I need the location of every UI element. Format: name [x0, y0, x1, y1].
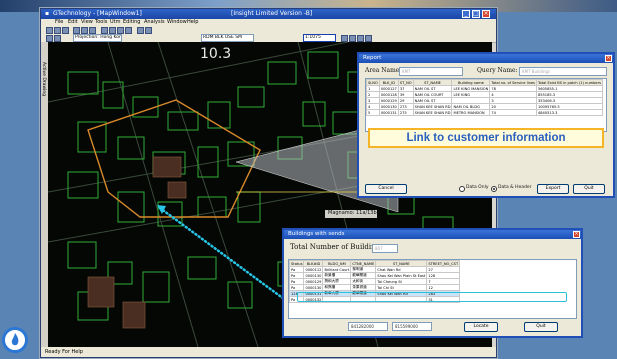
slide-frame: ▪ GTechnology - [MapWindow1] [Insight Li… [0, 0, 617, 359]
select-icon[interactable] [137, 27, 144, 34]
menu-utm[interactable]: Utm [110, 19, 121, 26]
copy-icon[interactable] [81, 27, 88, 34]
query-name-label: Query Name: [477, 67, 518, 74]
projection-combo[interactable]: Projection: Hong Kong [73, 34, 122, 42]
status-text: Ready For Help [45, 349, 83, 355]
save-icon[interactable] [62, 27, 69, 34]
buildings-title: Buildings with sends [284, 230, 581, 239]
zoom-combo[interactable]: 1:1075 [303, 34, 336, 42]
zoom-in-icon[interactable] [101, 27, 108, 34]
table-cell: METRO MANSION [451, 109, 491, 116]
company-logo [2, 327, 28, 353]
table-cell: 4840513.3 [535, 109, 603, 116]
menu-file[interactable]: File [55, 19, 63, 26]
map-grid-number: 10.3 [200, 46, 232, 62]
area-name-field[interactable]: KMT [399, 67, 463, 76]
maximize-button[interactable]: □ [472, 10, 480, 18]
data-only-radio[interactable] [459, 186, 465, 192]
menu-help[interactable]: Help [187, 19, 198, 26]
report-title: Report [359, 54, 613, 63]
line-tool-icon[interactable] [341, 35, 348, 42]
status-bar: Ready For Help [41, 347, 496, 357]
app-title-bar: ▪ GTechnology - [MapWindow1] [Insight Li… [41, 9, 496, 19]
data-header-label: Data & Header [498, 185, 532, 190]
report-export-button[interactable]: Export [537, 184, 569, 194]
pan-icon[interactable] [117, 27, 124, 34]
buildings-close-button[interactable]: × [573, 231, 580, 238]
polygon-tool-icon[interactable] [365, 35, 372, 42]
app-icon: ▪ [45, 10, 50, 17]
report-cancel-button[interactable]: Cancel [365, 184, 407, 194]
toolbar: Projection: Hong Kong RDM BLK USE SM 1:1… [41, 26, 496, 43]
measure-icon[interactable] [145, 27, 152, 34]
selected-row-outline [297, 292, 567, 302]
fit-icon[interactable] [125, 27, 132, 34]
layer-combo[interactable]: RDM BLK USE SM [201, 34, 254, 42]
table-cell: 0000131 [378, 109, 399, 116]
menu-analysis[interactable]: Analysis [144, 19, 165, 26]
table-cell: 5 [366, 109, 380, 116]
table-cell: SHAN KEE SHAN RD [412, 109, 453, 116]
close-button[interactable]: × [482, 10, 490, 18]
buildings-table[interactable]: Status BLK#ID BLDG_NM CTNE_NAME ST_NAME STREE… [288, 259, 577, 319]
buildings-dialog: Buildings with sends × Total Number of B… [282, 228, 583, 338]
locate-button[interactable]: Locate [464, 322, 498, 332]
text-tool-icon[interactable] [357, 35, 364, 42]
connector-line [158, 206, 286, 301]
app-title-mid: [Insight Limited Version -B] [231, 10, 313, 17]
menu-bar: File Edit View Tools Utm Editing Analysi… [41, 19, 496, 26]
flame-icon [11, 333, 19, 346]
report-dialog: Report × Area Name: KMT Query Name: KMT … [357, 52, 615, 198]
customer-info-callout: Link to customer information [368, 128, 604, 148]
data-header-radio[interactable] [491, 186, 497, 192]
paste-icon[interactable] [89, 27, 96, 34]
cut-icon[interactable] [73, 27, 80, 34]
ruler-label: Active Drawing [41, 62, 46, 97]
coord-x-field[interactable]: 841282000 [348, 322, 388, 331]
total-buildings-field[interactable]: 807 [372, 244, 398, 253]
report-table[interactable]: SLNO BLK_ID ST_NO ST_NAME Building name Total… [365, 78, 607, 132]
magnamo-tag: Magnamo: 11a/13b [328, 210, 377, 216]
report-close-button[interactable]: × [605, 55, 612, 62]
data-only-label: Data Only [466, 185, 489, 190]
buildings-quit-button[interactable]: Quit [524, 322, 558, 332]
menu-view[interactable]: View [81, 19, 93, 26]
menu-edit[interactable]: Edit [68, 19, 78, 26]
new-icon[interactable] [46, 27, 53, 34]
menu-window[interactable]: Window [167, 19, 187, 26]
open-icon[interactable] [54, 27, 61, 34]
area-name-label: Area Name: [365, 67, 402, 74]
style-icon[interactable] [54, 35, 61, 42]
report-quit-button[interactable]: Quit [573, 184, 605, 194]
coord-y-field[interactable]: 815599000 [392, 322, 432, 331]
table-row[interactable]: 5 0000131 275 SHAN KEE SHAN RD METRO MANSION… [366, 109, 603, 116]
minimize-button[interactable]: _ [462, 10, 470, 18]
app-title: GTechnology - [MapWindow1] [53, 10, 142, 17]
layer-icon[interactable] [46, 35, 53, 42]
table-cell: 275 [397, 109, 414, 116]
menu-editing[interactable]: Editing [123, 19, 140, 26]
table-cell: 74 [489, 109, 537, 116]
query-name-field[interactable]: KMT Buildings [519, 67, 607, 76]
menu-tools[interactable]: Tools [95, 19, 107, 26]
arc-tool-icon[interactable] [349, 35, 356, 42]
zoom-out-icon[interactable] [109, 27, 116, 34]
